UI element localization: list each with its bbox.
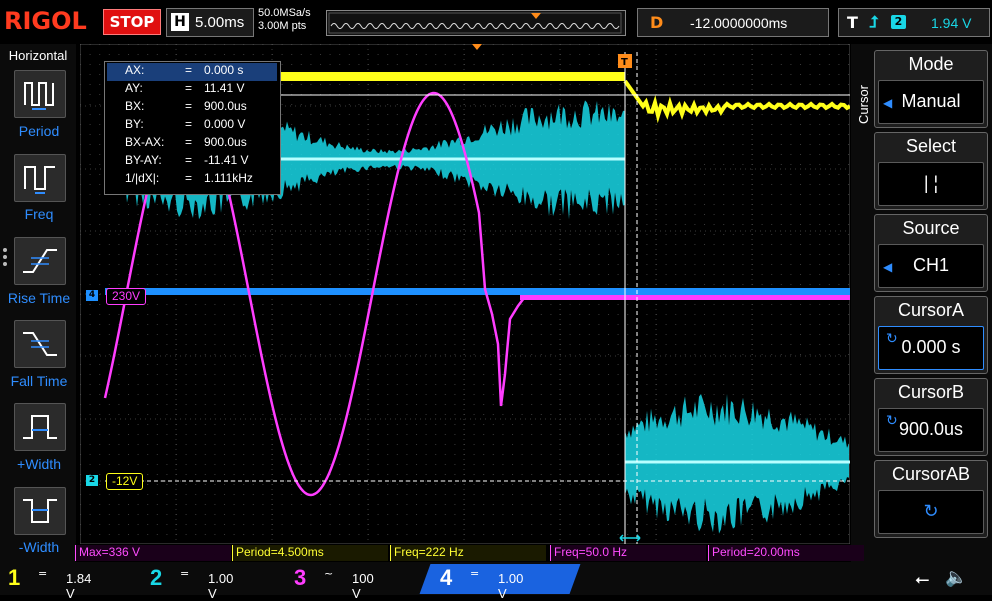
menu-cursor-a[interactable]: CursorA ↻ 0.000 s — [874, 296, 988, 374]
period-button[interactable] — [14, 70, 66, 118]
freq-icon — [24, 166, 55, 194]
ch3-coupling: ~ — [324, 567, 334, 580]
ch4-scale: 1.00 V — [498, 571, 524, 601]
rise-time-icon — [23, 249, 57, 273]
ch4-number: 4 — [440, 565, 453, 590]
ch1-coupling: = — [38, 567, 48, 580]
speaker-muted-icon[interactable]: 🔈 — [945, 567, 967, 588]
menu-select-title: Select — [905, 136, 957, 156]
menu-category: Cursor — [856, 84, 871, 124]
measurement-freq-ch3[interactable]: Freq=50.0 Hz — [550, 545, 706, 561]
fall-time-icon — [23, 332, 57, 356]
fall-time-button[interactable] — [14, 320, 66, 368]
menu-cursor-b-value: 900.0us — [898, 419, 964, 439]
negative-width-label: -Width — [18, 539, 60, 555]
sample-info: 50.0MSa/s 3.00M pts — [258, 7, 311, 33]
period-label: Period — [18, 123, 60, 139]
menu-mode[interactable]: Mode ◀ Manual — [874, 50, 988, 128]
ch2-number: 2 — [150, 565, 163, 590]
negative-width-button[interactable] — [14, 487, 66, 535]
cursor-readout-table: AX: = 0.000 s AY: = 11.41 V BX: = 900.0us BY: =… — [104, 61, 281, 195]
ch3-number: 3 — [294, 565, 307, 590]
delay-value: -12.0000000ms — [690, 15, 788, 31]
fall-time-label: Fall Time — [10, 373, 68, 389]
ch4-tag[interactable]: 4 — [86, 290, 98, 301]
brand-logo: RIGOL — [4, 7, 87, 35]
knob-icon: ↻ — [923, 501, 939, 521]
horizontal-timebase-box[interactable]: H 5.00ms — [166, 8, 254, 37]
menu-cursor-b-title: CursorB — [897, 382, 964, 402]
sample-rate: 50.0MSa/s — [258, 7, 311, 19]
menu-source[interactable]: Source ◀ CH1 — [874, 214, 988, 292]
menu-cursor-a-title: CursorA — [897, 300, 964, 320]
cursor-row-bx: BX: = 900.0us — [125, 99, 247, 113]
usb-icon: ⭠ — [915, 569, 930, 590]
ch2-tag[interactable]: 2 — [86, 475, 98, 486]
delay-box[interactable]: D -12.0000000ms — [637, 8, 829, 37]
positive-width-button[interactable] — [14, 403, 66, 451]
negative-width-icon — [23, 499, 57, 523]
ch2-coupling: = — [180, 567, 190, 580]
period-icon — [24, 82, 54, 110]
memory-overview-trace — [328, 12, 622, 34]
trigger-source: 2 — [891, 15, 906, 29]
timebase-value: 5.00ms — [195, 14, 245, 31]
ch1-level-box[interactable]: -12V — [106, 473, 144, 490]
rise-time-label: Rise Time — [7, 290, 71, 306]
ch4-trace — [105, 288, 850, 295]
menu-cursor-a-value: 0.000 s — [901, 337, 961, 357]
measurement-period-ch3[interactable]: Period=20.00ms — [708, 545, 864, 561]
trigger-key: T — [847, 13, 858, 32]
left-measure-panel: Horizontal Period Freq Rise Time Fall Ti… — [0, 44, 76, 562]
ch3-level-box[interactable]: 230V — [106, 288, 147, 305]
svg-text:T: T — [621, 57, 628, 68]
menu-cursor-ab[interactable]: CursorAB ↻ — [874, 460, 988, 538]
ch3-level-tail — [520, 295, 850, 300]
menu-mode-title: Mode — [908, 54, 954, 74]
delay-key: D — [650, 13, 664, 32]
rising-edge-icon: ⮥ — [869, 12, 879, 31]
menu-mode-value: Manual — [901, 91, 961, 111]
positive-width-icon — [23, 415, 57, 439]
ch2-scale: 1.00 V — [208, 571, 234, 601]
trigger-level: 1.94 V — [931, 15, 972, 31]
ch1-scale: 1.84 V — [66, 571, 92, 601]
cursor-row-by-ay: BY-AY: = -11.41 V — [125, 153, 249, 167]
menu-source-title: Source — [902, 218, 960, 238]
run-stop-indicator[interactable]: STOP — [103, 9, 161, 35]
freq-button[interactable] — [14, 154, 66, 202]
menu-cursor-b[interactable]: CursorB ↻ 900.0us — [874, 378, 988, 456]
trigger-box[interactable]: T ⮥ 2 1.94 V — [838, 8, 990, 37]
ch3-scale: 100 V — [352, 571, 374, 601]
page-dots — [3, 245, 9, 269]
trigger-position-marker — [531, 13, 541, 19]
cursor-row-ax: AX: = 0.000 s — [107, 63, 277, 81]
horizontal-key: H — [171, 13, 189, 31]
menu-source-value: CH1 — [912, 255, 949, 275]
cursor-row-by: BY: = 0.000 V — [125, 117, 246, 131]
ch1-number: 1 — [8, 565, 21, 590]
positive-width-label: +Width — [17, 456, 61, 472]
left-panel-title: Horizontal — [8, 48, 68, 63]
menu-select-value: | ¦ — [923, 173, 939, 193]
menu-select[interactable]: Select | ¦ — [874, 132, 988, 210]
cursor-row-bx-ax: BX-AX: = 900.0us — [125, 135, 247, 149]
rise-time-button[interactable] — [14, 237, 66, 285]
freq-label: Freq — [24, 206, 54, 222]
menu-cursor-ab-title: CursorAB — [891, 464, 971, 484]
measurement-freq-ch1[interactable]: Freq=222 Hz — [390, 545, 546, 561]
measurement-period-ch1[interactable]: Period=4.500ms — [232, 545, 388, 561]
memory-overview[interactable] — [326, 10, 626, 36]
memory-depth: 3.00M pts — [258, 20, 307, 32]
ch4-coupling: = — [470, 567, 480, 580]
cursor-row-inv-dx: 1/|dX|: = 1.111kHz — [125, 171, 253, 185]
cursor-row-ay: AY: = 11.41 V — [125, 81, 245, 95]
measurement-max[interactable]: Max=336 V — [75, 545, 231, 561]
